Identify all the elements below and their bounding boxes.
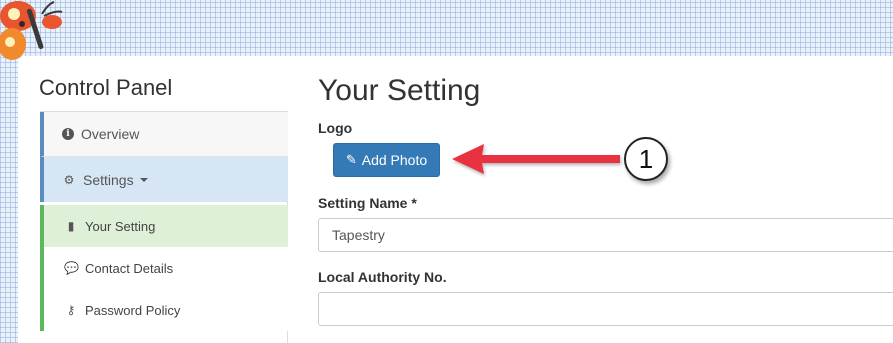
- control-panel-title: Control Panel: [39, 75, 173, 100]
- add-photo-label: Add Photo: [361, 152, 428, 168]
- gear-icon: ⚙: [63, 172, 75, 187]
- sidebar-item-label: Your Setting: [85, 218, 156, 234]
- setting-name-input[interactable]: [318, 218, 893, 252]
- sidebar-item-contact-details[interactable]: 💬 Contact Details: [40, 247, 288, 289]
- local-authority-label: Local Authority No.: [318, 269, 447, 285]
- sidebar-item-label: Contact Details: [85, 260, 174, 276]
- sidebar-nav: i Overview ⚙ Settings ▮ Your Setting 💬 C…: [40, 111, 288, 343]
- local-authority-input[interactable]: [318, 292, 893, 326]
- step-number-badge: 1: [624, 137, 668, 181]
- sidebar-item-label: Overview: [81, 126, 140, 142]
- info-icon: i: [62, 128, 74, 140]
- speech-bubble-icon: 💬: [64, 261, 79, 275]
- add-photo-button[interactable]: ✎ Add Photo: [333, 143, 440, 177]
- sidebar-item-settings[interactable]: ⚙ Settings: [40, 157, 288, 202]
- sidebar-item-label: Settings: [83, 171, 134, 188]
- setting-name-label: Setting Name *: [318, 195, 417, 211]
- key-icon: ⚷: [66, 303, 76, 317]
- caret-down-icon: [139, 177, 148, 182]
- annotation-arrow: [452, 144, 620, 174]
- butterfly-logo-icon: [0, 1, 63, 60]
- sidebar-item-password-policy[interactable]: ⚷ Password Policy: [40, 289, 288, 331]
- book-icon: ▮: [67, 219, 75, 233]
- page-title: Your Setting: [318, 74, 481, 107]
- sidebar-item-label: Password Policy: [85, 302, 181, 318]
- pencil-icon: ✎: [345, 152, 357, 167]
- logo-label: Logo: [318, 120, 353, 136]
- sidebar-item-overview[interactable]: i Overview: [40, 112, 288, 157]
- sidebar-item-your-setting[interactable]: ▮ Your Setting: [40, 205, 288, 247]
